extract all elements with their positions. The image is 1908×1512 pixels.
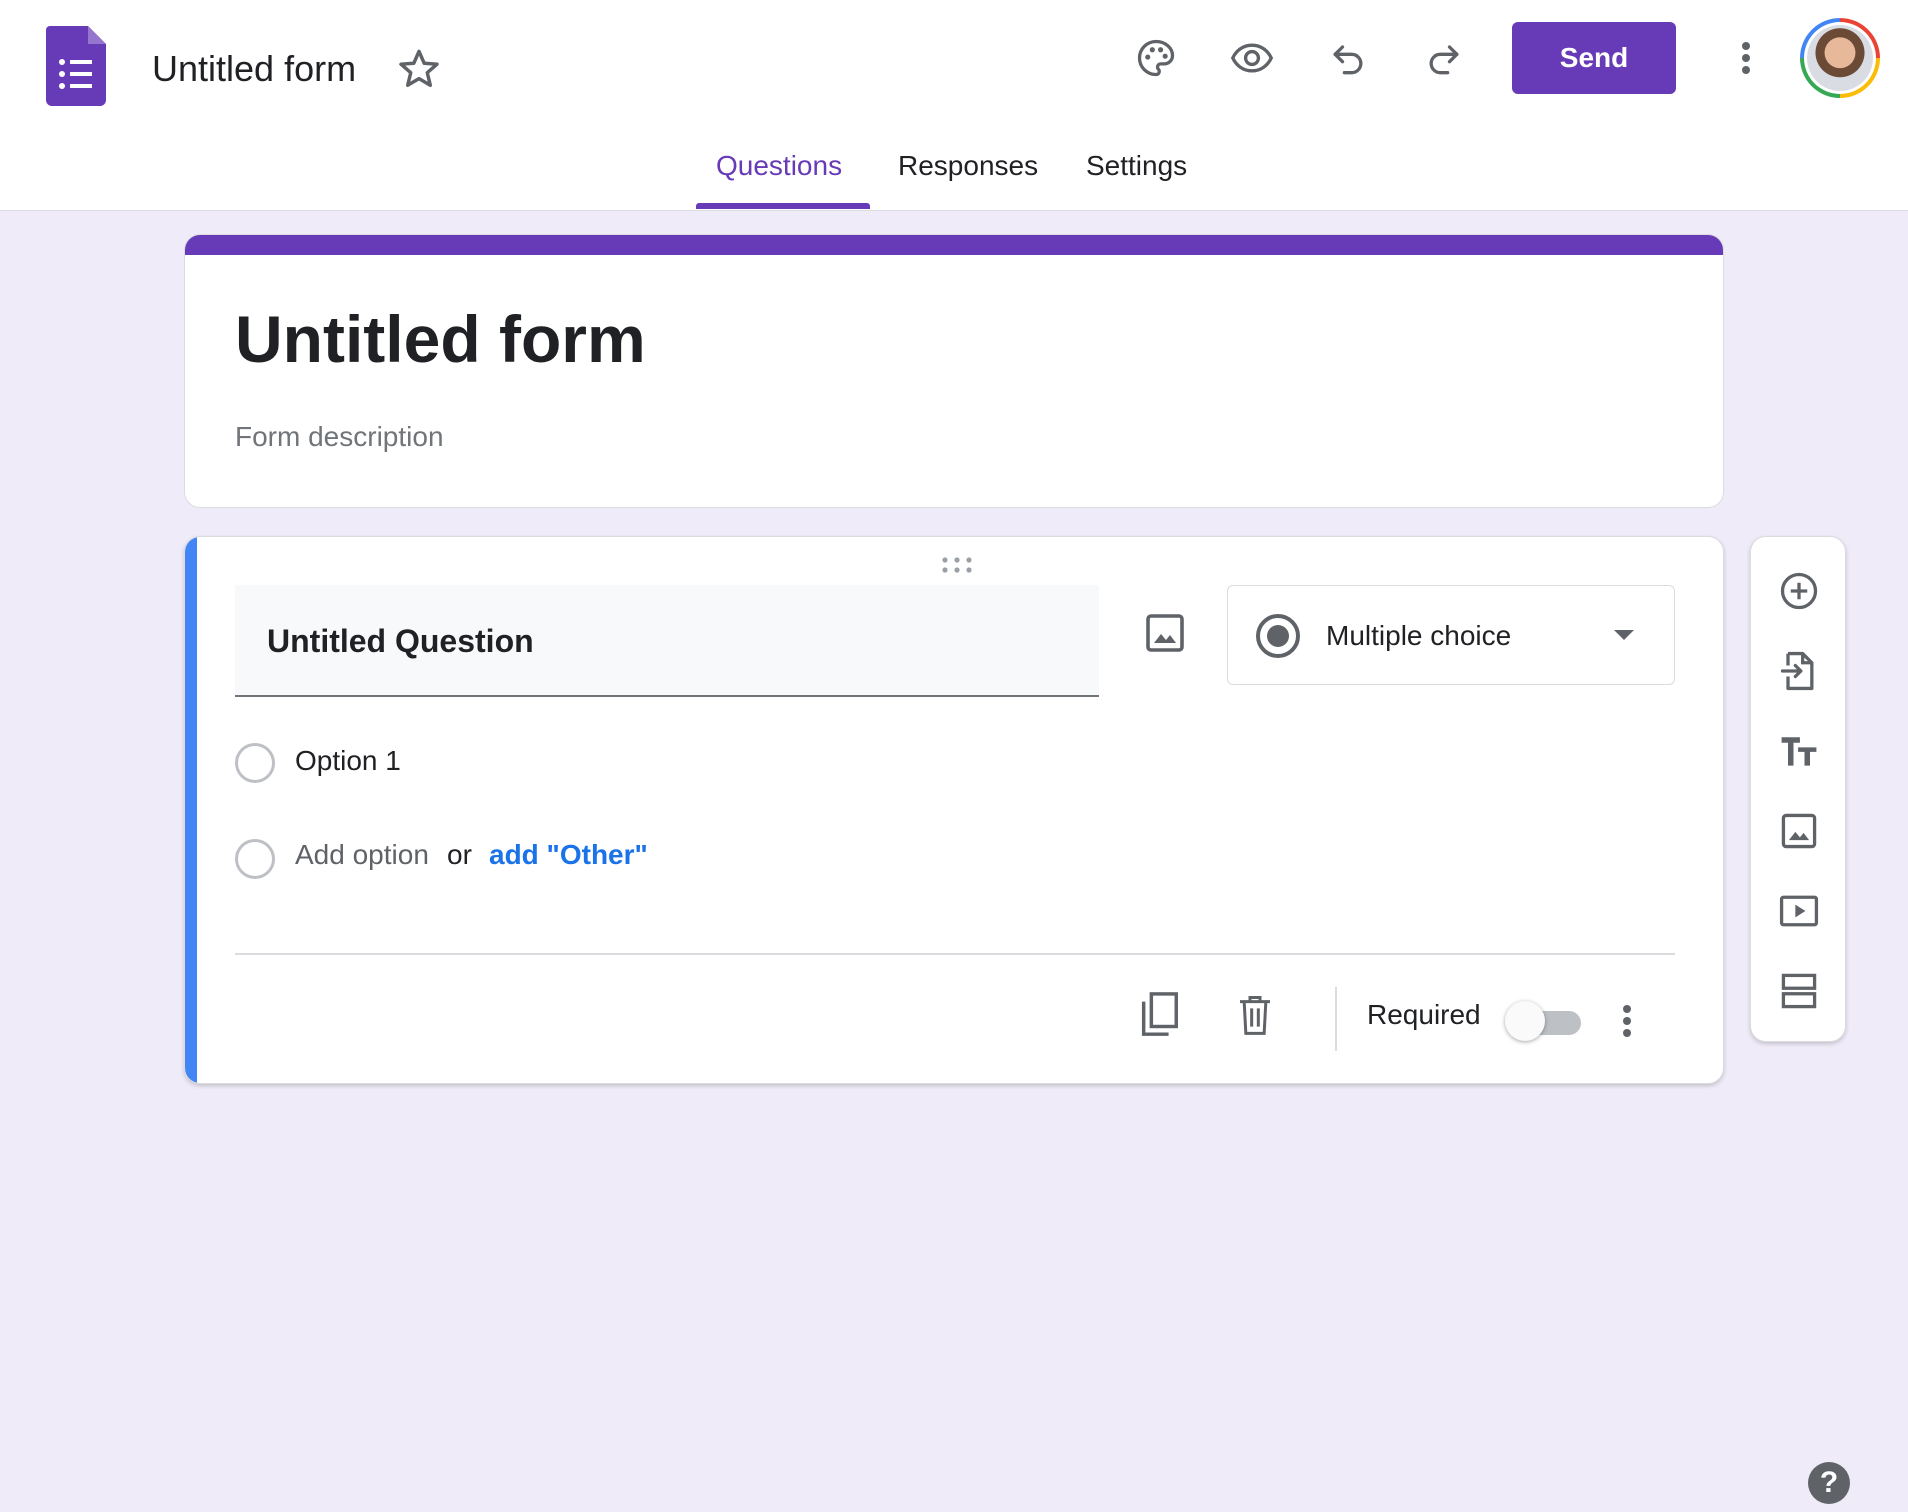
section-icon[interactable] [1775,967,1823,1015]
question-type-dropdown[interactable]: Multiple choice [1227,585,1675,685]
divider [235,953,1675,955]
title-text-icon[interactable] [1775,727,1823,775]
video-icon[interactable] [1775,887,1823,935]
palette-icon[interactable] [1128,30,1184,86]
add-image-side-icon[interactable] [1775,807,1823,855]
active-tab-indicator [696,203,870,209]
focus-accent-bar [185,537,197,1083]
required-toggle[interactable] [1505,1001,1583,1041]
user-avatar[interactable] [1800,18,1880,98]
more-vert-icon[interactable] [1726,30,1766,86]
eye-icon[interactable] [1224,30,1280,86]
help-button[interactable]: ? [1808,1462,1850,1504]
undo-icon[interactable] [1320,30,1376,86]
tab-questions[interactable]: Questions [716,150,842,182]
option-label[interactable]: Option 1 [295,745,401,777]
star-outline-icon[interactable] [396,46,442,92]
question-title-text: Untitled Question [267,623,534,659]
question-card[interactable]: Untitled Question Multiple choice Option… [184,536,1724,1084]
form-title-input[interactable]: Untitled form [235,301,646,377]
tab-settings[interactable]: Settings [1086,150,1187,182]
add-option-input[interactable]: Add option [295,839,429,871]
side-toolbar [1750,536,1846,1042]
form-title-card: Untitled form Form description [184,234,1724,508]
card-accent-bar [185,235,1723,255]
add-other-button[interactable]: add "Other" [489,839,648,871]
add-question-icon[interactable] [1775,567,1823,615]
or-label: or [447,839,472,870]
toggle-knob [1505,1001,1545,1041]
caret-down-icon [1614,630,1634,640]
duplicate-icon[interactable] [1133,989,1185,1041]
doc-title[interactable]: Untitled form [152,48,356,90]
import-questions-icon[interactable] [1775,647,1823,695]
option-radio [235,743,275,783]
required-label: Required [1367,999,1481,1030]
top-bar: Untitled form Send Questions Responses S… [0,0,1908,211]
radio-button-icon [1256,614,1300,658]
avatar-photo [1807,25,1873,91]
question-title-input[interactable]: Untitled Question [235,585,1099,697]
redo-icon[interactable] [1416,30,1472,86]
google-forms-icon[interactable] [46,26,106,106]
delete-icon[interactable] [1229,989,1281,1041]
tab-responses[interactable]: Responses [898,150,1038,182]
form-description-input[interactable]: Form description [235,421,444,453]
add-image-icon[interactable] [1141,609,1189,657]
question-type-label: Multiple choice [1326,620,1512,651]
drag-handle-icon[interactable] [939,555,975,575]
add-option-radio [235,839,275,879]
tab-bar: Questions Responses Settings [0,150,1908,210]
footer-divider [1335,987,1337,1051]
send-button[interactable]: Send [1512,22,1676,94]
more-options-icon[interactable] [1609,995,1645,1047]
